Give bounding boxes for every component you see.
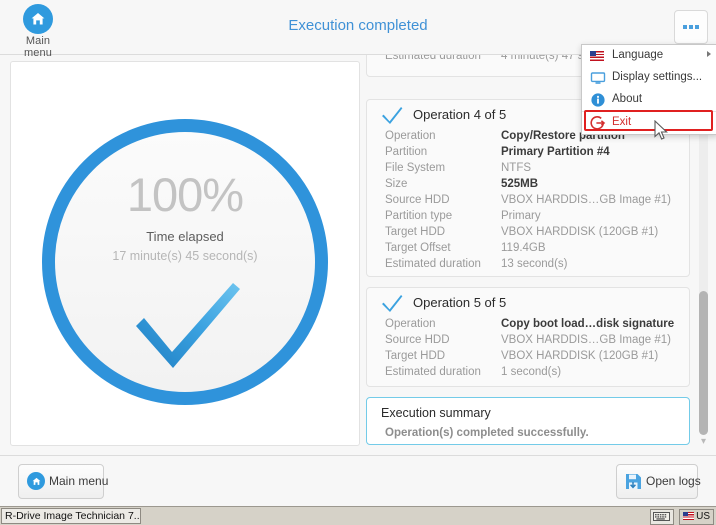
ellipsis-icon [683,25,687,29]
menu-item-display-settings[interactable]: Display settings... [582,67,716,89]
execution-summary-box: Execution summary Operation(s) completed… [366,397,690,445]
success-check-icon [130,279,242,376]
detail-value: Primary [501,210,541,222]
check-mark-icon [381,106,403,130]
check-mark-icon [381,294,403,318]
table-row: Operation Copy boot load…disk signature [367,318,689,334]
execution-summary-title: Execution summary [381,406,491,420]
keyboard-icon[interactable] [650,509,674,525]
table-row: Source HDD VBOX HARDDIS…GB Image #1) [367,334,689,350]
language-indicator[interactable]: US [679,509,714,525]
progress-percent: 100% [126,168,244,221]
home-icon [27,472,45,490]
progress-ring-wrapper: 100% Time elapsed 17 minute(s) 45 second… [42,119,328,405]
detail-value: Copy boot load…disk signature [501,318,675,330]
ellipsis-icon-dot3 [695,25,699,29]
table-row: Target Offset 119.4GB [367,242,689,258]
detail-key: Partition type [385,210,453,222]
detail-value: 4 minute(s) 47 se [501,55,590,62]
detail-value: VBOX HARDDISK (120GB #1) [501,350,659,362]
menu-item-label: Exit [612,116,632,128]
main-menu-button-label: Main menu [49,474,109,488]
table-row: File System NTFS [367,162,689,178]
detail-key: Estimated duration [385,366,481,378]
page-title: Execution completed [288,17,428,34]
operation-card-header: Operation 5 of 5 [367,288,689,318]
progress-panel: 100% Time elapsed 17 minute(s) 45 second… [10,61,360,446]
monitor-icon [590,70,606,86]
detail-key: Partition [385,146,428,158]
detail-value: VBOX HARDDIS…GB Image #1) [501,334,671,346]
flag-us-icon [590,48,606,64]
execution-summary-message: Operation(s) completed successfully. [385,427,589,439]
table-row: Size 525MB [367,178,689,194]
operation-card-title: Operation 5 of 5 [413,295,507,310]
detail-key: Estimated duration [385,258,481,270]
detail-key: Size [385,178,408,190]
detail-value: NTFS [501,162,532,174]
detail-key: Source HDD [385,194,450,206]
detail-key: File System [385,162,446,174]
detail-key: Estimated duration [385,55,481,62]
open-logs-button-label: Open logs [646,474,701,488]
language-code: US [696,511,710,522]
ellipsis-icon-dot2 [689,25,693,29]
menu-item-about[interactable]: About [582,89,716,111]
main-menu-button[interactable]: Main menu [18,464,108,499]
table-row: Target HDD VBOX HARDDISK (120GB #1) [367,226,689,242]
table-row: Estimated duration 13 second(s) [367,258,689,274]
footer-toolbar: Main menu Open logs [0,455,716,506]
detail-key: Source HDD [385,334,450,346]
more-options-button[interactable] [674,10,708,44]
table-row: Partition type Primary [367,210,689,226]
menu-item-language[interactable]: Language [582,45,716,67]
operation-card-5: Operation 5 of 5 Operation Copy boot load… [366,287,690,387]
detail-key: Target HDD [385,226,446,238]
detail-value: VBOX HARDDISK (120GB #1) [501,226,659,238]
detail-key: Operation [385,318,436,330]
time-elapsed-value: 17 minute(s) 45 second(s) [112,249,258,263]
table-row: Source HDD VBOX HARDDIS…GB Image #1) [367,194,689,210]
info-icon [590,92,606,108]
operation-details: Operation Copy/Restore partition Partitio… [367,130,689,282]
menu-item-label: Display settings... [612,71,703,83]
menu-item-label: Language [612,49,664,61]
save-log-icon [625,473,642,495]
taskbar-window-button[interactable]: R-Drive Image Technician 7.... [1,508,141,524]
operation-card-title: Operation 4 of 5 [413,107,507,122]
menu-item-exit[interactable]: Exit [582,111,716,134]
scrollbar-thumb[interactable] [699,291,708,435]
menu-item-label: About [612,93,643,105]
detail-key: Target HDD [385,350,446,362]
operation-details: Operation Copy boot load…disk signature S… [367,318,689,390]
detail-value: 525MB [501,178,539,190]
scroll-down-arrow-icon[interactable]: ▾ [697,436,710,448]
detail-value: 119.4GB [501,242,546,254]
flag-us-icon [683,512,695,520]
table-row: Target HDD VBOX HARDDISK (120GB #1) [367,350,689,366]
chevron-right-icon [707,51,711,57]
application-window: Main menu Execution completed 100% Time … [0,0,716,525]
table-row: Partition Primary Partition #4 [367,146,689,162]
detail-value: 1 second(s) [501,366,562,378]
open-logs-button[interactable]: Open logs [616,464,701,499]
options-dropdown-menu[interactable]: Language Display settings... About Exit [581,44,716,135]
exit-icon [590,115,606,131]
taskbar: R-Drive Image Technician 7.... US [0,506,716,525]
detail-value: Primary Partition #4 [501,146,610,158]
detail-key: Operation [385,130,436,142]
time-elapsed-label: Time elapsed [146,229,224,244]
detail-key: Target Offset [385,242,451,254]
table-row: Estimated duration 1 second(s) [367,366,689,382]
detail-value: 13 second(s) [501,258,568,270]
detail-value: VBOX HARDDIS…GB Image #1) [501,194,671,206]
